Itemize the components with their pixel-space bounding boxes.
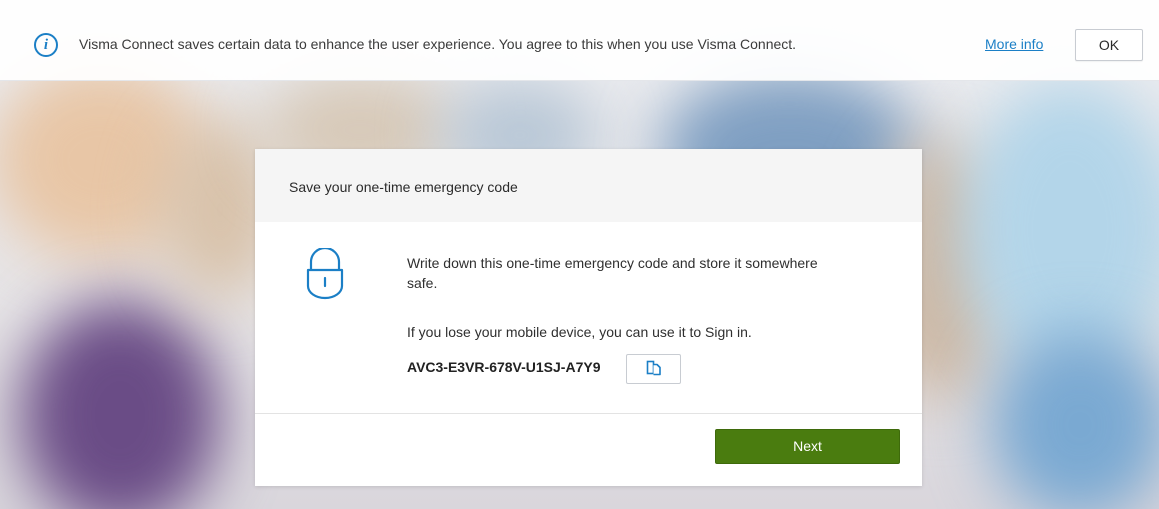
usage-note: If you lose your mobile device, you can … (407, 324, 752, 340)
emergency-code: AVC3-E3VR-678V-U1SJ-A7Y9 (407, 359, 601, 375)
copy-code-button[interactable] (626, 354, 681, 384)
dialog-header: Save your one-time emergency code (255, 149, 922, 222)
cookie-consent-bar: i Visma Connect saves certain data to en… (0, 0, 1159, 81)
emergency-code-dialog: Save your one-time emergency code Write … (255, 149, 922, 486)
lock-icon (305, 246, 345, 300)
next-button[interactable]: Next (715, 429, 900, 464)
info-icon: i (34, 33, 58, 57)
ok-button[interactable]: OK (1075, 29, 1143, 61)
instruction-text: Write down this one-time emergency code … (407, 255, 818, 291)
copy-icon (646, 360, 662, 379)
cookie-message: Visma Connect saves certain data to enha… (79, 36, 797, 52)
more-info-link[interactable]: More info (985, 36, 1043, 52)
dialog-divider (255, 413, 922, 414)
dialog-title: Save your one-time emergency code (289, 179, 518, 195)
